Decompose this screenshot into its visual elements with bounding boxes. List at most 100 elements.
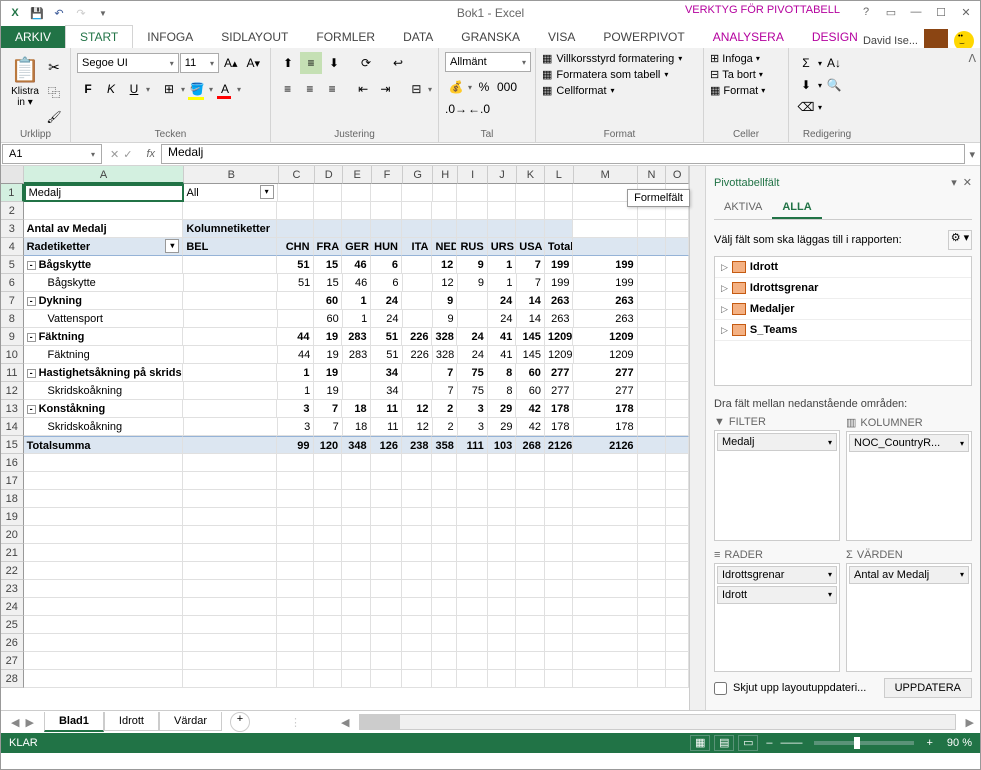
cell-I22[interactable] [457,562,487,580]
cell-J21[interactable] [488,544,517,562]
cell-A15[interactable]: Totalsumma [24,436,184,454]
cell-B24[interactable] [183,598,277,616]
accept-formula-icon[interactable]: ✓ [123,148,132,161]
cell-B6[interactable] [184,274,278,292]
cell-I6[interactable]: 9 [458,274,488,292]
cell-N8[interactable] [638,310,667,328]
row-header-24[interactable]: 24 [1,598,24,616]
underline-button[interactable]: U [123,78,145,100]
cell-H3[interactable] [432,220,457,238]
cell-F4[interactable]: HUN [371,238,402,256]
cell-K16[interactable] [516,454,545,472]
cell-I25[interactable] [457,616,487,634]
row-header-20[interactable]: 20 [1,526,24,544]
cell-I11[interactable]: 75 [457,364,487,382]
cell-D14[interactable]: 7 [314,418,343,436]
cell-G27[interactable] [402,652,432,670]
cell-J19[interactable] [488,508,517,526]
row-header-16[interactable]: 16 [1,454,24,472]
cell-C3[interactable] [277,220,313,238]
cell-H18[interactable] [432,490,457,508]
cell-O6[interactable] [666,274,689,292]
cell-N9[interactable] [638,328,667,346]
cell-D4[interactable]: FRA [314,238,343,256]
row-header-4[interactable]: 4 [1,238,24,256]
cell-J16[interactable] [488,454,517,472]
cell-K11[interactable]: 60 [516,364,545,382]
cell-J28[interactable] [488,670,517,688]
cell-L14[interactable]: 178 [545,418,574,436]
indent-dec-icon[interactable]: ⇤ [352,78,373,100]
cell-D7[interactable]: 60 [314,292,343,310]
close-icon[interactable]: ✕ [954,1,978,23]
cell-G26[interactable] [402,634,432,652]
tab-analysera[interactable]: ANALYSERA [699,26,798,48]
cell-O5[interactable] [666,256,689,274]
cell-I2[interactable] [457,202,487,220]
row-header-28[interactable]: 28 [1,670,24,688]
cell-E10[interactable]: 283 [343,346,372,364]
undo-icon[interactable]: ↶ [51,5,67,21]
cell-E21[interactable] [342,544,371,562]
cell-N5[interactable] [638,256,667,274]
cell-F15[interactable]: 126 [371,436,402,454]
cell-M25[interactable] [573,616,637,634]
cell-F7[interactable]: 24 [371,292,402,310]
row-header-10[interactable]: 10 [1,346,24,364]
cell-H12[interactable]: 7 [433,382,458,400]
cell-H24[interactable] [432,598,457,616]
col-header-O[interactable]: O [666,166,689,184]
cell-H10[interactable]: 328 [433,346,458,364]
cell-M27[interactable] [573,652,637,670]
cell-K15[interactable]: 268 [516,436,545,454]
cell-B7[interactable] [183,292,277,310]
cell-M23[interactable] [573,580,637,598]
cell-C12[interactable]: 1 [278,382,314,400]
cell-M28[interactable] [573,670,637,688]
cell-O10[interactable] [666,346,689,364]
row-header-1[interactable]: 1 [1,184,24,202]
zoom-level[interactable]: 90 % [937,737,972,749]
cell-C2[interactable] [277,202,313,220]
cell-K3[interactable] [516,220,545,238]
cell-D10[interactable]: 19 [314,346,343,364]
cell-E24[interactable] [342,598,371,616]
cell-M3[interactable] [573,220,637,238]
cell-C8[interactable] [278,310,314,328]
cell-D9[interactable]: 19 [314,328,343,346]
row-header-18[interactable]: 18 [1,490,24,508]
cell-D24[interactable] [314,598,343,616]
cell-C4[interactable]: CHN [277,238,313,256]
cell-B11[interactable] [183,364,277,382]
cell-M11[interactable]: 277 [573,364,637,382]
percent-icon[interactable]: % [473,76,495,98]
grow-font-icon[interactable]: A▴ [220,52,241,74]
cell-E2[interactable] [342,202,371,220]
cell-F28[interactable] [371,670,402,688]
cell-G25[interactable] [402,616,432,634]
cell-F22[interactable] [371,562,402,580]
values-area[interactable]: ΣVÄRDEN Antal av Medalj▾ [846,547,972,673]
row-header-9[interactable]: 9 [1,328,24,346]
cell-A17[interactable] [24,472,184,490]
cell-I20[interactable] [457,526,487,544]
cell-I26[interactable] [457,634,487,652]
excel-icon[interactable]: X [7,5,23,21]
cell-C24[interactable] [277,598,313,616]
save-icon[interactable]: 💾 [29,5,45,21]
cell-O12[interactable] [666,382,689,400]
col-header-I[interactable]: I [458,166,488,184]
col-header-D[interactable]: D [315,166,343,184]
zoom-out-icon[interactable]: – [762,737,776,749]
row-header-19[interactable]: 19 [1,508,24,526]
align-top-icon[interactable]: ⬆ [277,52,299,74]
cell-I15[interactable]: 111 [457,436,487,454]
cell-C22[interactable] [277,562,313,580]
cell-B2[interactable] [183,202,277,220]
cell-D5[interactable]: 15 [314,256,343,274]
cell-N22[interactable] [638,562,667,580]
cell-G9[interactable]: 226 [402,328,432,346]
cell-G3[interactable] [402,220,432,238]
cell-F11[interactable]: 34 [371,364,402,382]
cell-J11[interactable]: 8 [488,364,517,382]
